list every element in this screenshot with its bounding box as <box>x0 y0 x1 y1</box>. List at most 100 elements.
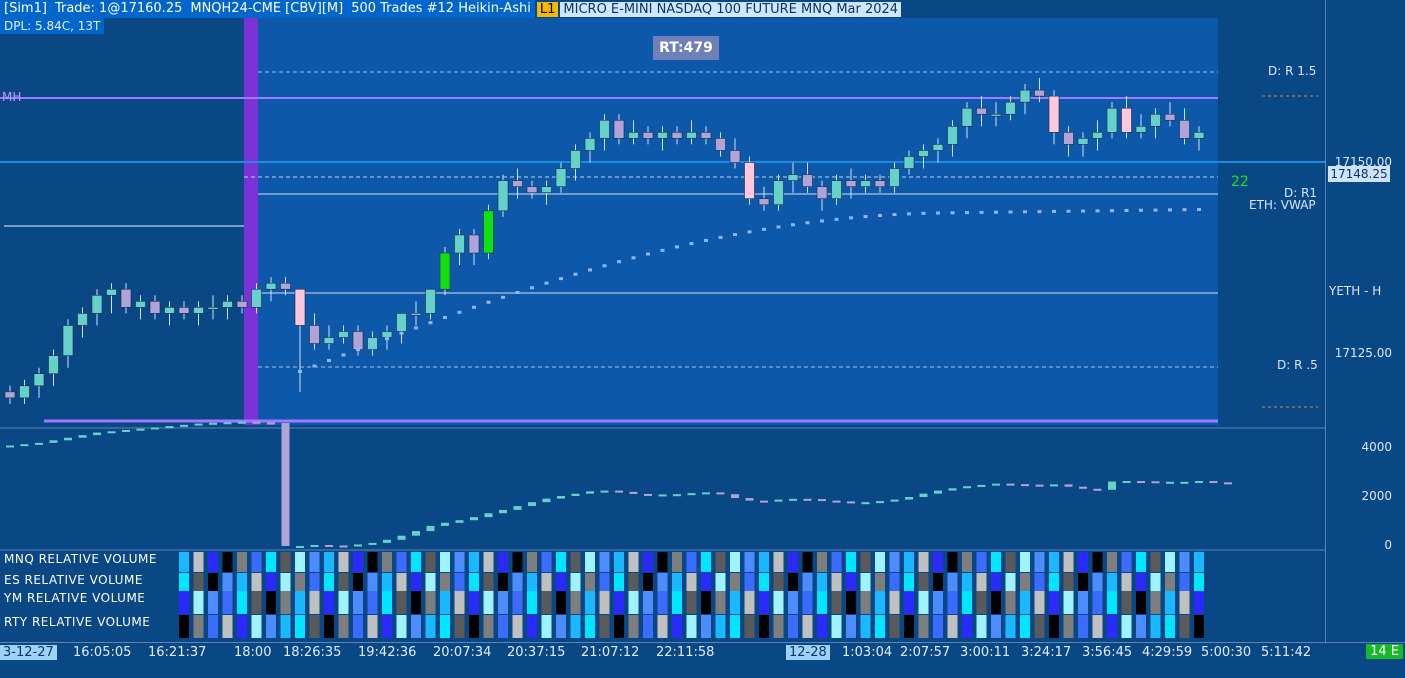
candle-body <box>570 150 581 169</box>
candle-body <box>976 107 987 115</box>
candle-body <box>961 107 973 127</box>
relative-volume-cell <box>324 591 334 614</box>
relative-volume-cell <box>817 552 827 572</box>
relative-volume-cell <box>367 591 378 614</box>
vwap-dot <box>414 326 418 330</box>
volume-bar <box>1021 484 1029 487</box>
candle-body <box>178 307 190 314</box>
relative-volume-cell <box>556 615 566 638</box>
volume-bar <box>760 500 768 503</box>
relative-volume-cell <box>222 573 233 591</box>
volume-bar <box>1093 488 1102 491</box>
relative-volume-cell <box>947 552 958 572</box>
relative-volume-cell <box>1005 615 1016 638</box>
relative-volume-cell <box>483 615 494 638</box>
chart-panel[interactable]: [Sim1] Trade: 1@17160.25 MNQH24-CME [CBV… <box>0 0 1325 642</box>
candle-body <box>1092 132 1103 139</box>
level-badge[interactable]: L1 <box>536 1 559 17</box>
chart-title-bar: [Sim1] Trade: 1@17160.25 MNQH24-CME [CBV… <box>0 0 902 18</box>
vwap-dot <box>501 295 505 299</box>
relative-volume-cell <box>860 591 871 614</box>
vwap-dot <box>399 331 404 335</box>
relative-volume-cell <box>1136 591 1146 614</box>
es-relative-volume-label: ES RELATIVE VOLUME <box>4 573 143 587</box>
vwap-dot <box>602 264 607 268</box>
volume-bar <box>1035 484 1044 487</box>
relative-volume-cell <box>556 591 566 614</box>
vwap-dot <box>863 215 868 219</box>
time-tick: 4:29:59 <box>1142 645 1193 660</box>
relative-volume-cell <box>425 573 436 591</box>
data-series-badge[interactable]: 14 E <box>1366 644 1403 659</box>
relative-volume-cell <box>701 615 711 638</box>
vwap-dot <box>646 252 650 256</box>
relative-volume-cell <box>1165 591 1175 614</box>
relative-volume-cell <box>846 591 856 614</box>
volume-bar <box>528 502 536 507</box>
price-chart[interactable] <box>0 0 1325 642</box>
volume-bar <box>209 422 217 425</box>
vwap-dot <box>486 300 491 304</box>
candle-body <box>744 162 755 200</box>
volume-tick-0: 0 <box>1384 538 1392 552</box>
vwap-dot <box>1081 209 1085 213</box>
relative-volume-cell <box>962 552 972 572</box>
relative-volume-cell <box>701 552 711 572</box>
relative-volume-cell <box>1078 591 1088 614</box>
relative-volume-cell <box>672 552 682 572</box>
candle-body <box>555 168 567 187</box>
relative-volume-cell <box>686 552 697 572</box>
relative-volume-cell <box>1150 591 1161 614</box>
relative-volume-cell <box>1049 573 1059 591</box>
relative-volume-cell <box>353 615 363 638</box>
candle-body <box>947 126 958 145</box>
relative-volume-cell <box>353 573 363 591</box>
candle-body <box>120 288 132 308</box>
volume-bar <box>1050 484 1058 487</box>
volume-bar <box>426 525 435 532</box>
volume-bar <box>658 494 667 497</box>
candle-body <box>251 288 262 308</box>
vwap-dot <box>834 217 839 221</box>
candle-body <box>1179 119 1190 139</box>
volume-bar <box>1108 481 1116 490</box>
relative-volume-cell <box>440 552 450 572</box>
instrument-label[interactable]: MNQH24-CME [CBV][M] <box>186 0 348 18</box>
relative-volume-cell <box>469 573 479 591</box>
relative-volume-cell <box>599 573 610 591</box>
session-region <box>244 18 1218 425</box>
candle-body <box>1121 107 1132 133</box>
relative-volume-cell <box>1034 591 1045 614</box>
candle-body <box>628 132 639 139</box>
relative-volume-cell <box>715 573 726 591</box>
yeth-label: YETH - H <box>1329 284 1382 298</box>
time-axis[interactable]: 3-12-27 16:05:05 16:21:37 18:00 18:26:35… <box>0 642 1405 678</box>
volume-bar <box>412 531 420 536</box>
vwap-dot <box>907 212 911 216</box>
vwap-dot <box>950 211 955 215</box>
relative-volume-cell <box>237 591 247 614</box>
relative-volume-cell <box>179 591 189 614</box>
relative-volume-cell <box>585 591 595 614</box>
volume-bar <box>615 490 623 493</box>
volume-bar <box>310 544 319 547</box>
volume-bar <box>484 513 493 518</box>
vwap-dot <box>892 213 897 217</box>
relative-volume-cell <box>498 615 508 638</box>
relative-volume-cell <box>512 552 523 572</box>
relative-volume-cell <box>759 591 769 614</box>
volume-bar <box>296 546 304 548</box>
price-axis[interactable]: 17150.00 17148.25 YETH - H 17125.00 4000… <box>1325 0 1405 642</box>
relative-volume-cell <box>1165 552 1175 572</box>
candle-body <box>686 132 697 139</box>
relative-volume-cell <box>701 591 711 614</box>
relative-volume-cell <box>643 615 653 638</box>
relative-volume-cell <box>237 615 247 638</box>
volume-bar <box>180 424 188 427</box>
bar-type-label[interactable]: 500 Trades #12 Heikin-Ashi <box>347 0 535 18</box>
relative-volume-cell <box>469 591 479 614</box>
relative-volume-cell <box>382 552 392 572</box>
relative-volume-cell <box>701 573 711 591</box>
time-tick: 22:11:58 <box>656 645 715 660</box>
chart-window: [Sim1] Trade: 1@17160.25 MNQH24-CME [CBV… <box>0 0 1405 678</box>
